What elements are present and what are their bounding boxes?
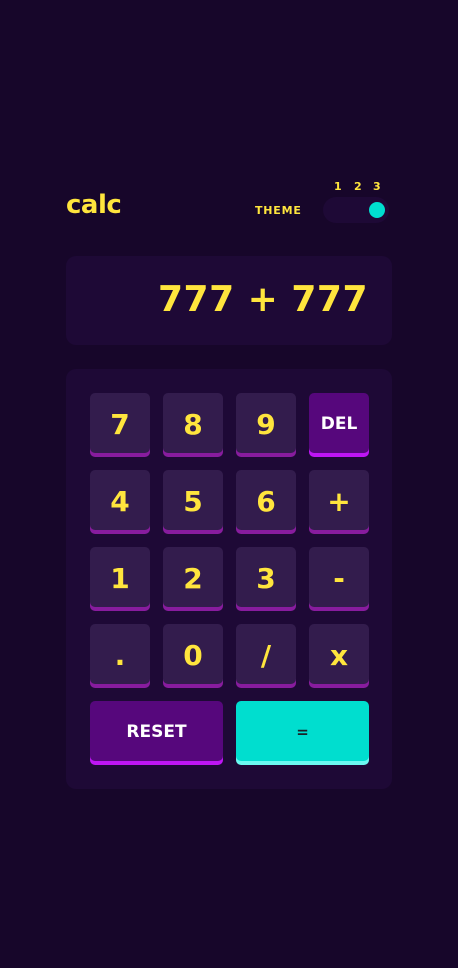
theme-options: 1 2 3 [328, 180, 388, 194]
key-1[interactable]: 1 [90, 547, 150, 607]
key-8[interactable]: 8 [163, 393, 223, 453]
plus-button[interactable]: + [309, 470, 369, 530]
minus-button[interactable]: - [309, 547, 369, 607]
theme-option-3[interactable]: 3 [373, 180, 381, 193]
equals-button[interactable]: = [236, 701, 369, 761]
calculator-display: 777 + 777 [66, 256, 392, 345]
key-0[interactable]: 0 [163, 624, 223, 684]
key-6[interactable]: 6 [236, 470, 296, 530]
divide-button[interactable]: / [236, 624, 296, 684]
key-5[interactable]: 5 [163, 470, 223, 530]
theme-toggle-knob[interactable] [369, 202, 385, 218]
display-value: 777 + 777 [157, 279, 368, 320]
header: calc THEME 1 2 3 [66, 180, 392, 228]
app-logo: calc [66, 190, 122, 220]
key-7[interactable]: 7 [90, 393, 150, 453]
theme-toggle[interactable] [323, 197, 389, 223]
key-2[interactable]: 2 [163, 547, 223, 607]
reset-button[interactable]: RESET [90, 701, 223, 761]
decimal-button[interactable]: . [90, 624, 150, 684]
keypad: 7 8 9 DEL 4 5 6 + 1 2 3 - . 0 / x RESET … [66, 369, 392, 789]
multiply-button[interactable]: x [309, 624, 369, 684]
theme-option-1[interactable]: 1 [334, 180, 342, 193]
theme-label: THEME [255, 204, 302, 217]
delete-button[interactable]: DEL [309, 393, 369, 453]
theme-option-2[interactable]: 2 [354, 180, 362, 193]
key-3[interactable]: 3 [236, 547, 296, 607]
key-9[interactable]: 9 [236, 393, 296, 453]
key-4[interactable]: 4 [90, 470, 150, 530]
